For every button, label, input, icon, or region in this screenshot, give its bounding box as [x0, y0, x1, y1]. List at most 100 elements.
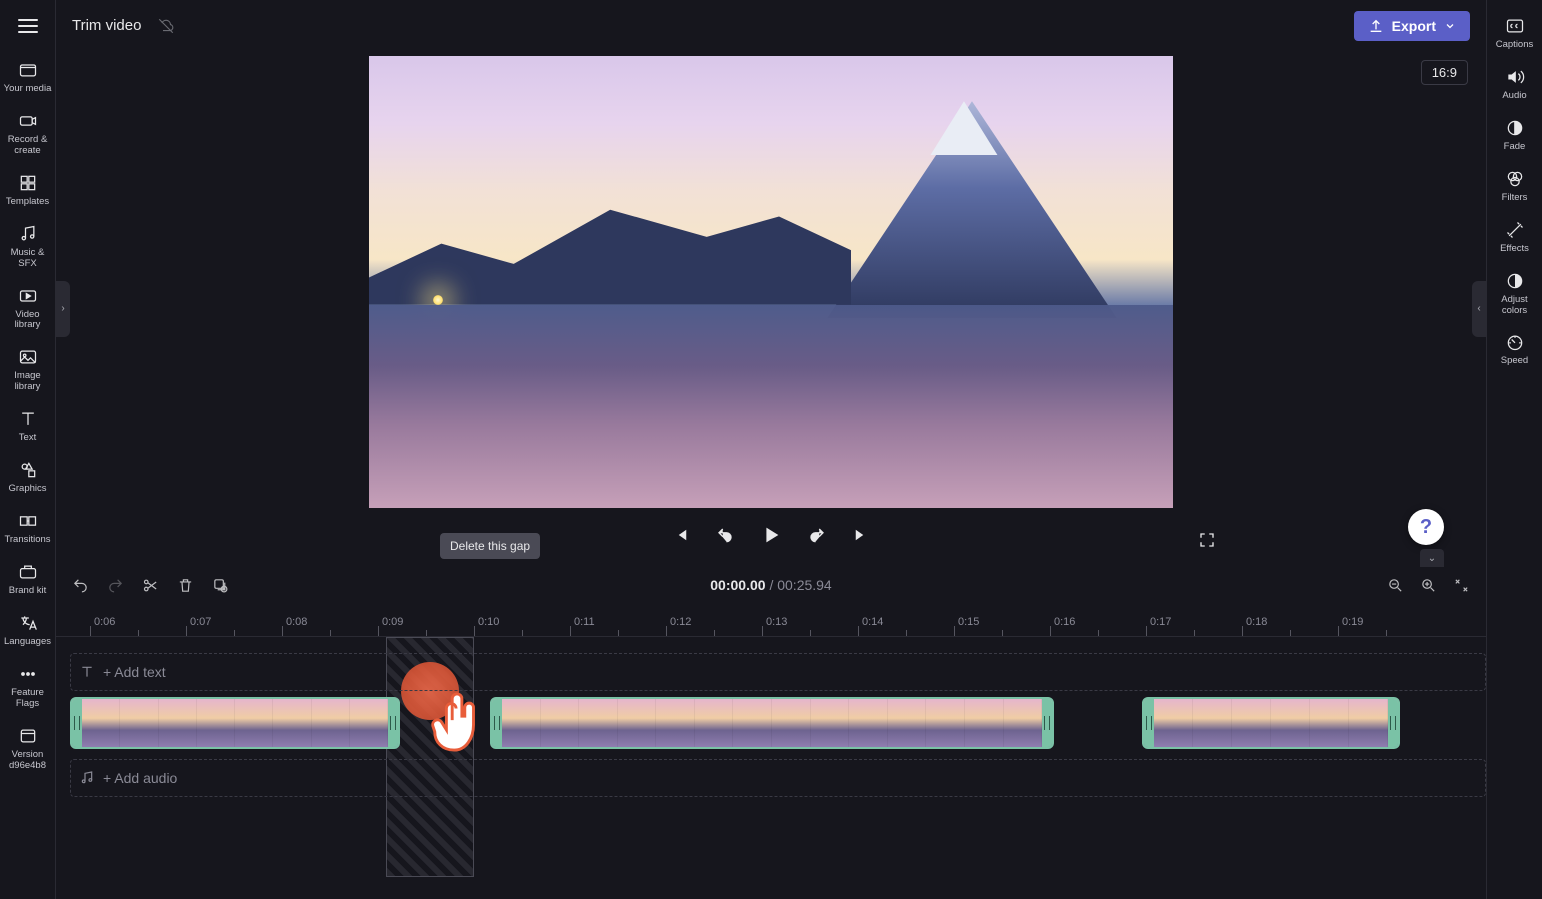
filters-icon	[1505, 169, 1525, 189]
skip-start-button[interactable]	[672, 526, 690, 544]
clip-handle-left[interactable]	[1144, 699, 1154, 747]
dots-icon	[18, 664, 38, 684]
current-time: 00:00.00	[710, 577, 765, 593]
right-sidebar-item-effects[interactable]: Effects	[1487, 212, 1542, 263]
timeline-ruler[interactable]: 0:060:070:080:090:100:110:120:130:140:15…	[56, 605, 1486, 637]
ruler-tick-label: 0:11	[574, 616, 595, 628]
clip-handle-left[interactable]	[492, 699, 502, 747]
ruler-tick-label: 0:17	[1150, 616, 1171, 628]
window-icon	[18, 726, 38, 746]
sidebar-item-label: Templates	[6, 197, 49, 208]
time-display: 00:00.00 / 00:25.94	[710, 577, 831, 593]
duration: 00:25.94	[777, 577, 832, 593]
split-button[interactable]	[142, 577, 159, 594]
sidebar-item-label: Captions	[1496, 40, 1534, 51]
sidebar-item-label: Record & create	[2, 135, 53, 157]
ruler-tick-label: 0:13	[766, 616, 787, 628]
help-button[interactable]: ?	[1408, 509, 1444, 545]
sidebar-item-label: Adjust colors	[1489, 295, 1540, 317]
left-sidebar-item-music[interactable]: Music & SFX	[0, 216, 55, 278]
timeline: Delete this gap 00:00.00 / 00:25.94 0:06…	[56, 565, 1486, 899]
left-sidebar: Your media Record & create Templates Music …	[0, 0, 56, 899]
left-sidebar-item-window[interactable]: Version d96e4b8	[0, 718, 55, 780]
expand-right-panel-button[interactable]: ‹	[1472, 281, 1486, 337]
sidebar-item-label: Audio	[1502, 91, 1526, 102]
left-sidebar-item-camera[interactable]: Record & create	[0, 103, 55, 165]
clip-handle-right[interactable]	[1042, 699, 1052, 747]
sidebar-item-label: Brand kit	[9, 586, 47, 597]
redo-button[interactable]	[107, 577, 124, 594]
gap-header[interactable]	[387, 637, 473, 638]
add-text-hint[interactable]: + Add text	[71, 664, 166, 680]
fullscreen-button[interactable]	[1198, 531, 1216, 554]
left-sidebar-item-grid[interactable]: Templates	[0, 165, 55, 216]
text-track[interactable]: + Add text	[70, 653, 1486, 691]
sidebar-item-label: Your media	[4, 84, 52, 95]
clip-handle-right[interactable]	[1388, 699, 1398, 747]
camera-icon	[18, 111, 38, 131]
text-icon	[18, 409, 38, 429]
zoom-in-button[interactable]	[1420, 577, 1437, 594]
expand-left-panel-button[interactable]: ›	[56, 281, 70, 337]
video-clip[interactable]	[1142, 697, 1400, 749]
sidebar-item-label: Text	[19, 433, 36, 444]
right-sidebar-item-speed[interactable]: Speed	[1487, 324, 1542, 375]
zoom-out-button[interactable]	[1387, 577, 1404, 594]
sidebar-item-label: Languages	[4, 637, 51, 648]
play-button[interactable]	[760, 524, 782, 546]
music-icon	[18, 224, 38, 244]
right-sidebar-item-fade[interactable]: Fade	[1487, 110, 1542, 161]
ruler-tick-label: 0:18	[1246, 616, 1267, 628]
shapes-icon	[18, 460, 38, 480]
add-audio-hint[interactable]: + Add audio	[71, 770, 177, 786]
fit-button[interactable]	[1453, 577, 1470, 594]
left-sidebar-item-folder[interactable]: Your media	[0, 52, 55, 103]
effects-icon	[1505, 220, 1525, 240]
left-sidebar-item-transition[interactable]: Transitions	[0, 503, 55, 554]
ruler-tick-label: 0:12	[670, 616, 691, 628]
left-sidebar-item-video[interactable]: Video library	[0, 278, 55, 340]
right-sidebar-item-speaker[interactable]: Audio	[1487, 59, 1542, 110]
audio-track[interactable]: + Add audio	[70, 759, 1486, 797]
tooltip: Delete this gap	[440, 533, 540, 559]
main-area: Trim video Export 16:9	[56, 0, 1486, 899]
video-icon	[18, 286, 38, 306]
speed-icon	[1505, 332, 1525, 352]
export-button[interactable]: Export	[1354, 11, 1470, 41]
video-track[interactable]	[70, 697, 1486, 753]
left-sidebar-item-language[interactable]: Languages	[0, 605, 55, 656]
clip-handle-right[interactable]	[388, 699, 398, 747]
sidebar-item-label: Transitions	[4, 535, 50, 546]
ruler-tick-label: 0:06	[94, 616, 115, 628]
left-sidebar-item-briefcase[interactable]: Brand kit	[0, 554, 55, 605]
sidebar-item-label: Version d96e4b8	[2, 750, 53, 772]
left-sidebar-item-shapes[interactable]: Graphics	[0, 452, 55, 503]
left-sidebar-item-text[interactable]: Text	[0, 401, 55, 452]
right-sidebar-item-filters[interactable]: Filters	[1487, 161, 1542, 212]
skip-end-button[interactable]	[852, 526, 870, 544]
sidebar-item-label: Fade	[1504, 142, 1526, 153]
ruler-tick-label: 0:14	[862, 616, 883, 628]
right-sidebar-item-cc[interactable]: Captions	[1487, 8, 1542, 59]
delete-button[interactable]	[177, 577, 194, 594]
menu-button[interactable]	[0, 0, 56, 52]
video-clip[interactable]	[70, 697, 400, 749]
rewind-button[interactable]	[716, 526, 734, 544]
clip-handle-left[interactable]	[72, 699, 82, 747]
left-sidebar-item-dots[interactable]: Feature Flags	[0, 656, 55, 718]
ruler-tick-label: 0:08	[286, 616, 307, 628]
ruler-tick-label: 0:16	[1054, 616, 1075, 628]
ruler-tick-label: 0:15	[958, 616, 979, 628]
preview-canvas[interactable]	[369, 56, 1173, 508]
image-icon	[18, 347, 38, 367]
forward-button[interactable]	[808, 526, 826, 544]
cloud-off-icon[interactable]	[157, 17, 175, 35]
video-clip[interactable]	[490, 697, 1054, 749]
duplicate-add-button[interactable]	[212, 577, 229, 594]
undo-button[interactable]	[72, 577, 89, 594]
sidebar-item-label: Filters	[1502, 193, 1528, 204]
right-sidebar-item-adjust[interactable]: Adjust colors	[1487, 263, 1542, 325]
briefcase-icon	[18, 562, 38, 582]
left-sidebar-item-image[interactable]: Image library	[0, 339, 55, 401]
page-title: Trim video	[72, 17, 141, 34]
